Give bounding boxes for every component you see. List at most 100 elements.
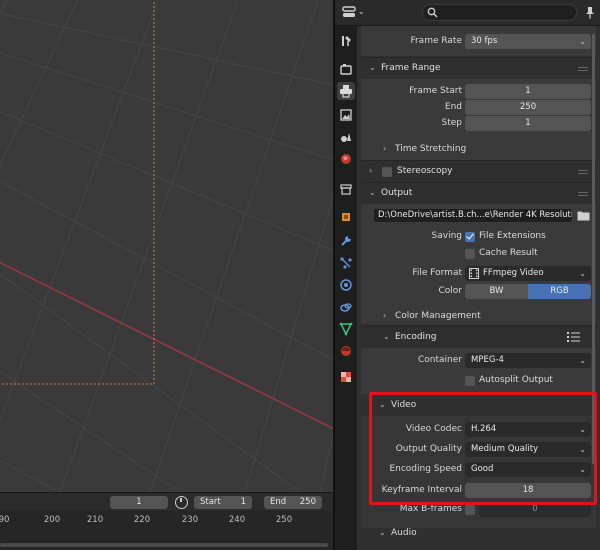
tab-world[interactable] — [337, 150, 355, 168]
tab-object[interactable] — [337, 208, 355, 226]
tab-output[interactable] — [337, 82, 355, 100]
drag-grip-icon[interactable] — [578, 192, 588, 196]
frame-start-field[interactable]: 1 — [465, 84, 591, 99]
output-title: Output — [381, 188, 413, 198]
video-codec-dropdown[interactable]: H.264 ⌄ — [465, 422, 591, 437]
file-format-label: File Format — [412, 268, 462, 278]
x-axis-line — [0, 261, 333, 430]
chevron-right-icon: › — [383, 144, 387, 153]
frame-rate-dropdown[interactable]: 30 fps ⌄ — [465, 34, 591, 49]
properties-scrollbar[interactable] — [592, 34, 595, 464]
search-field[interactable] — [422, 4, 577, 21]
color-bw-option[interactable]: BW — [465, 284, 528, 299]
tab-material[interactable] — [337, 342, 355, 360]
start-label: Start — [200, 497, 221, 507]
audio-subpanel-header[interactable]: ⌄ Audio — [361, 524, 596, 544]
physics-icon — [340, 279, 352, 291]
video-title: Video — [391, 400, 417, 410]
chevron-down-icon: ⌄ — [579, 465, 586, 474]
ruler-label: 230 — [181, 515, 199, 525]
end-frame-field[interactable]: End 250 — [264, 496, 322, 509]
max-bframes-checkbox[interactable] — [465, 505, 475, 515]
object-icon — [342, 213, 350, 221]
frame-end-label: End — [444, 102, 462, 112]
frame-step-field[interactable]: 1 — [465, 116, 591, 131]
cache-result-checkbox[interactable] — [465, 249, 475, 259]
timeline[interactable]: 1 Start 1 End 250 90 200 210 220 230 240… — [0, 492, 333, 550]
file-format-dropdown[interactable]: FFmpeg Video ⌄ — [465, 266, 591, 281]
chevron-down-icon: ⌄ — [579, 356, 586, 365]
pin-icon[interactable] — [585, 6, 595, 19]
drag-grip-icon[interactable] — [578, 67, 588, 71]
file-extensions-checkbox[interactable] — [465, 232, 475, 242]
keyframe-interval-row: Keyframe Interval 18 — [361, 481, 596, 501]
tab-texture[interactable] — [337, 368, 355, 386]
start-frame-field[interactable]: Start 1 — [194, 496, 252, 509]
render-camera-icon — [340, 64, 352, 75]
chevron-down-icon: ⌄ — [383, 332, 390, 341]
tab-tool[interactable] — [337, 32, 355, 50]
chevron-down-icon: ⌄ — [369, 188, 376, 197]
preset-list-icon[interactable] — [567, 331, 580, 342]
output-path-field[interactable]: D:\OneDrive\artist.B.ch...e\Render 4K Re… — [373, 208, 573, 223]
file-extensions-label: File Extensions — [479, 231, 546, 241]
frame-step-label: Step — [441, 118, 463, 128]
tab-scene[interactable] — [337, 128, 355, 146]
tab-modifiers[interactable] — [337, 232, 355, 250]
tab-collection[interactable] — [337, 180, 355, 198]
max-bframes-field[interactable]: 0 — [479, 502, 591, 517]
current-frame-field[interactable]: 1 — [110, 496, 168, 509]
output-path-row: D:\OneDrive\artist.B.ch...e\Render 4K Re… — [361, 206, 596, 226]
color-rgb-option[interactable]: RGB — [528, 284, 591, 299]
search-input[interactable] — [443, 6, 573, 19]
ruler-label: 240 — [228, 515, 246, 525]
output-quality-label: Output Quality — [395, 444, 462, 454]
folder-icon[interactable] — [577, 210, 590, 221]
film-strip-icon — [469, 268, 479, 279]
tab-particles[interactable] — [337, 254, 355, 272]
tab-data[interactable] — [337, 320, 355, 338]
world-icon — [341, 154, 351, 164]
container-dropdown[interactable]: MPEG-4 ⌄ — [465, 353, 591, 368]
tab-render[interactable] — [337, 60, 355, 78]
tab-view-layer[interactable] — [337, 106, 355, 124]
editor-type-button[interactable]: ⌄ — [342, 6, 368, 20]
container-row: Container MPEG-4 ⌄ — [361, 351, 596, 371]
file-format-row: File Format FFmpeg Video ⌄ — [361, 264, 596, 284]
properties-content[interactable]: Frame Rate 30 fps ⌄ ⌄ Frame Range Frame … — [357, 26, 600, 550]
output-panel-header[interactable]: ⌄ Output — [361, 182, 596, 204]
autosplit-checkbox[interactable] — [465, 376, 475, 386]
properties-tabs — [335, 26, 357, 550]
frame-end-field[interactable]: 250 — [465, 100, 591, 115]
output-quality-dropdown[interactable]: Medium Quality ⌄ — [465, 442, 591, 457]
output-quality-row: Output Quality Medium Quality ⌄ — [361, 440, 596, 460]
3d-viewport[interactable] — [0, 0, 333, 492]
color-management-title: Color Management — [395, 311, 481, 321]
tab-physics[interactable] — [337, 276, 355, 294]
drag-grip-icon[interactable] — [578, 170, 588, 174]
stereoscopy-panel-header[interactable]: › Stereoscopy — [361, 160, 596, 182]
timeline-header: 1 Start 1 End 250 — [0, 493, 333, 511]
frame-start-label: Frame Start — [409, 86, 462, 96]
tab-constraints[interactable] — [337, 298, 355, 316]
color-management-subpanel[interactable]: › Color Management — [361, 307, 596, 327]
stereoscopy-checkbox[interactable] — [382, 167, 392, 177]
end-label: End — [270, 497, 287, 507]
chevron-right-icon: › — [369, 166, 373, 175]
keyframe-interval-field[interactable]: 18 — [465, 483, 591, 498]
encoding-speed-dropdown[interactable]: Good ⌄ — [465, 462, 591, 477]
encoding-title: Encoding — [395, 332, 437, 342]
color-row: Color BW RGB — [361, 282, 596, 302]
time-stretching-subpanel[interactable]: › Time Stretching — [361, 140, 596, 160]
image-layer-icon — [340, 109, 352, 121]
clock-icon[interactable] — [175, 496, 188, 509]
time-stretching-title: Time Stretching — [395, 144, 467, 154]
timeline-scrollbar[interactable] — [0, 543, 328, 547]
video-subpanel-header[interactable]: ⌄ Video — [361, 396, 596, 416]
saving-label: Saving — [431, 231, 462, 241]
printer-icon — [340, 85, 352, 98]
encoding-speed-row: Encoding Speed Good ⌄ — [361, 460, 596, 480]
encoding-panel-header[interactable]: ⌄ Encoding — [361, 326, 596, 348]
ruler-label: 220 — [133, 515, 151, 525]
frame-range-panel-header[interactable]: ⌄ Frame Range — [361, 57, 596, 79]
